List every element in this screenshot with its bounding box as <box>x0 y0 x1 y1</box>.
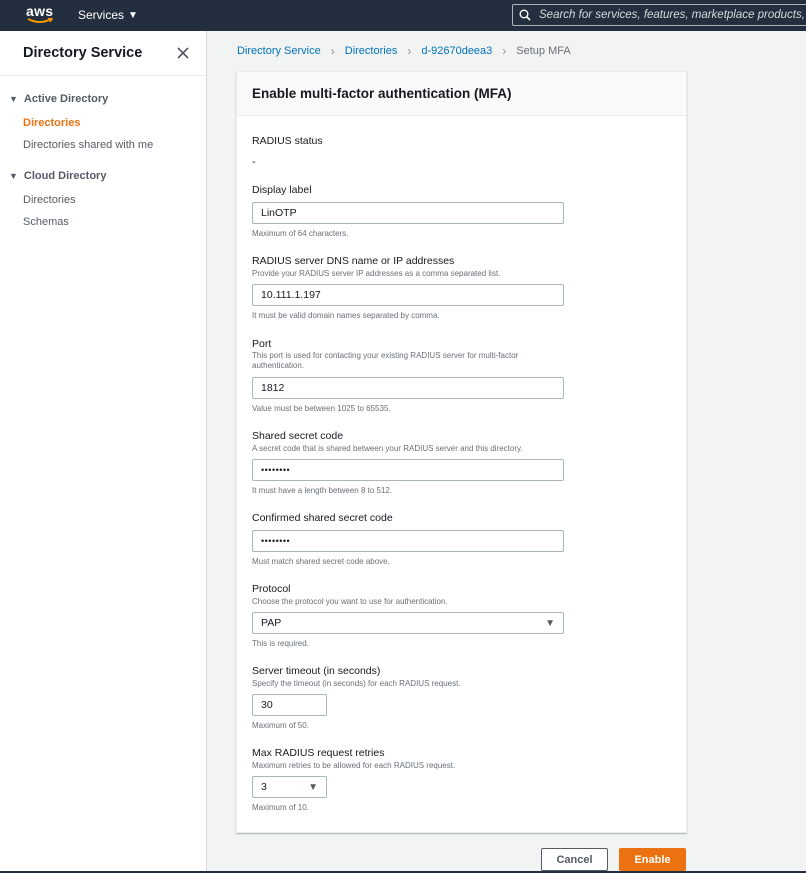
caret-down-icon: ▼ <box>308 781 318 793</box>
chevron-right-icon: › <box>330 44 335 58</box>
port-label: Port <box>252 338 272 350</box>
port-hint: Value must be between 1025 to 65535. <box>252 404 391 413</box>
breadcrumb-directory-id[interactable]: d-92670deea3 <box>421 45 492 57</box>
protocol-hint: This is required. <box>252 639 309 648</box>
breadcrumb-current: Setup MFA <box>516 45 571 57</box>
search-box[interactable] <box>512 4 806 26</box>
search-input[interactable] <box>539 9 806 21</box>
timeout-input[interactable] <box>252 694 327 716</box>
confirm-secret-label: Confirmed shared secret code <box>252 512 393 524</box>
breadcrumb: Directory Service › Directories › d-9267… <box>237 44 571 58</box>
page-title: Enable multi-factor authentication (MFA) <box>252 86 512 101</box>
sidebar-header: Directory Service <box>0 31 206 76</box>
retries-hint: Maximum of 10. <box>252 803 309 812</box>
radius-server-hint: It must be valid domain names separated … <box>252 311 440 320</box>
retries-label: Max RADIUS request retries <box>252 747 385 759</box>
triangle-down-icon: ▼ <box>9 94 18 104</box>
protocol-desc: Choose the protocol you want to use for … <box>252 597 448 606</box>
radius-status-label: RADIUS status <box>252 135 323 147</box>
sidebar-group-cloud-directory[interactable]: ▼ Cloud Directory <box>9 170 106 182</box>
caret-down-icon: ▼ <box>545 617 555 629</box>
close-icon[interactable] <box>176 46 190 60</box>
radius-status-value: - <box>252 156 256 168</box>
radius-server-input[interactable] <box>252 284 564 306</box>
confirm-secret-input[interactable] <box>252 530 564 552</box>
display-label-label: Display label <box>252 184 312 196</box>
timeout-desc: Specify the timeout (in seconds) for eac… <box>252 679 461 688</box>
mfa-form-panel: Enable multi-factor authentication (MFA)… <box>236 71 687 833</box>
sidebar-title: Directory Service <box>23 45 143 61</box>
sidebar-item-cloud-directories[interactable]: Directories <box>23 194 76 206</box>
retries-value: 3 <box>261 781 267 793</box>
protocol-select[interactable]: PAP ▼ <box>252 612 564 634</box>
caret-down-icon: ▼ <box>128 9 138 21</box>
aws-smile-icon <box>27 18 53 23</box>
triangle-down-icon: ▼ <box>9 171 18 181</box>
retries-select[interactable]: 3 ▼ <box>252 776 327 798</box>
shared-secret-desc: A secret code that is shared between you… <box>252 444 523 453</box>
timeout-hint: Maximum of 50. <box>252 721 309 730</box>
radius-server-desc: Provide your RADIUS server IP addresses … <box>252 269 501 278</box>
sidebar-group-label: Active Directory <box>23 93 109 105</box>
protocol-label: Protocol <box>252 583 291 595</box>
retries-desc: Maximum retries to be allowed for each R… <box>252 761 456 770</box>
protocol-value: PAP <box>261 617 282 629</box>
sidebar: Directory Service ▼ Active Directory Dir… <box>0 31 207 873</box>
display-label-hint: Maximum of 64 characters. <box>252 229 349 238</box>
sidebar-item-directories-shared[interactable]: Directories shared with me <box>23 139 153 151</box>
enable-button[interactable]: Enable <box>619 848 686 871</box>
aws-logo-text: aws <box>26 3 54 19</box>
services-label: Services <box>78 8 125 22</box>
breadcrumb-directory-service[interactable]: Directory Service <box>237 45 321 57</box>
services-menu[interactable]: Services ▼ <box>78 8 138 22</box>
radius-server-label: RADIUS server DNS name or IP addresses <box>252 255 455 267</box>
cancel-button[interactable]: Cancel <box>541 848 608 871</box>
shared-secret-hint: It must have a length between 8 to 512. <box>252 486 393 495</box>
chevron-right-icon: › <box>407 44 412 58</box>
search-icon <box>519 9 531 21</box>
panel-header: Enable multi-factor authentication (MFA) <box>237 72 686 116</box>
shared-secret-input[interactable] <box>252 459 564 481</box>
sidebar-item-schemas[interactable]: Schemas <box>23 216 69 228</box>
chevron-right-icon: › <box>502 44 507 58</box>
sidebar-group-active-directory[interactable]: ▼ Active Directory <box>9 93 108 105</box>
shared-secret-label: Shared secret code <box>252 430 344 442</box>
port-input[interactable] <box>252 377 564 399</box>
top-nav-bar: aws Services ▼ <box>0 0 806 31</box>
breadcrumb-directories[interactable]: Directories <box>345 45 398 57</box>
port-desc: This port is used for contacting your ex… <box>252 351 519 370</box>
display-label-input[interactable] <box>252 202 564 224</box>
aws-logo[interactable]: aws <box>26 3 56 27</box>
sidebar-item-directories[interactable]: Directories <box>23 117 80 129</box>
sidebar-group-label: Cloud Directory <box>23 170 107 182</box>
confirm-secret-hint: Must match shared secret code above. <box>252 557 390 566</box>
timeout-label: Server timeout (in seconds) <box>252 665 381 677</box>
